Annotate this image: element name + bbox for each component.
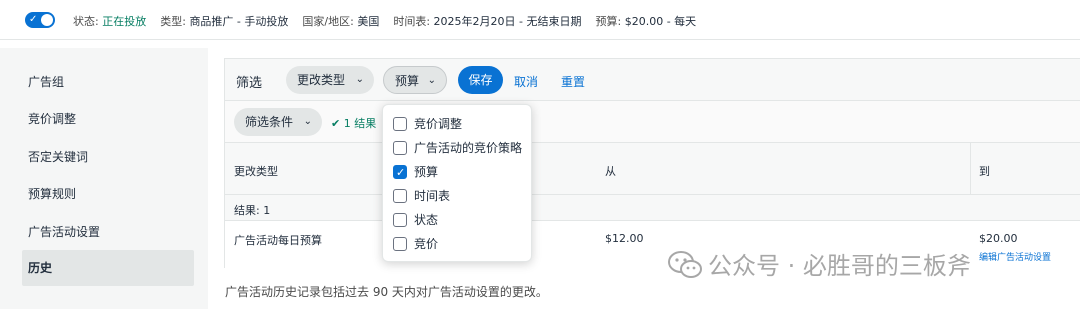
filter-option-label: 时间表 bbox=[414, 189, 451, 203]
country-value: 美国 bbox=[357, 15, 380, 28]
type-field: 类型: 商品推广 - 手动投放 bbox=[160, 15, 289, 28]
budget-value: $20.00 - 每天 bbox=[624, 15, 697, 28]
filter-option-label: 预算 bbox=[414, 165, 439, 179]
sidebar-item-negative-keywords[interactable]: 否定关键词 bbox=[22, 139, 194, 175]
checkbox-checked[interactable] bbox=[393, 163, 407, 183]
campaign-enabled-toggle[interactable]: ✓ bbox=[25, 12, 55, 28]
chevron-down-icon: ⌄ bbox=[303, 116, 312, 127]
filter-option-schedule[interactable]: 时间表 bbox=[393, 186, 450, 206]
save-button[interactable]: 保存 bbox=[458, 66, 503, 94]
budget-filter-menu: 竞价调整 广告活动的竞价策略 预算 时间表 状态 竞价 bbox=[382, 104, 532, 262]
filter-option-label: 竞价 bbox=[414, 237, 439, 251]
schedule-value: 2025年2月20日 - 无结束日期 bbox=[433, 15, 582, 28]
status-value: 正在投放 bbox=[102, 15, 147, 28]
sidebar-item-label: 广告活动设置 bbox=[28, 225, 101, 239]
filter-bar: 筛选 更改类型 ⌄ 预算 ⌄ 保存 取消 重置 bbox=[225, 59, 1080, 101]
filter-option-label: 竞价调整 bbox=[414, 117, 463, 131]
filter-option-bid-strategy[interactable]: 广告活动的竞价策略 bbox=[393, 138, 522, 158]
status-field: 状态: 正在投放 bbox=[73, 15, 147, 28]
sidebar-item-ad-groups[interactable]: 广告组 bbox=[22, 64, 194, 100]
checkbox[interactable] bbox=[393, 189, 407, 203]
column-header-to[interactable]: 到 bbox=[979, 163, 990, 179]
sidebar-item-budget-rules[interactable]: 预算规则 bbox=[22, 176, 194, 212]
checkbox[interactable] bbox=[393, 237, 407, 251]
sidebar-item-label: 竞价调整 bbox=[28, 112, 77, 126]
watermark-text: 公众号 · 必胜哥的三板斧 bbox=[708, 252, 971, 280]
history-panel: 筛选 更改类型 ⌄ 预算 ⌄ 保存 取消 重置 筛选条件 ⌄ ✔ 1 结果 更改… bbox=[224, 58, 1080, 269]
from-value-cell: $12.00 bbox=[605, 232, 644, 245]
column-header-change-type[interactable]: 更改类型 bbox=[234, 163, 278, 179]
cancel-link[interactable]: 取消 bbox=[514, 73, 538, 90]
campaign-status-bar: ✓ 状态: 正在投放 类型: 商品推广 - 手动投放 国家/地区: 美国 时间表… bbox=[0, 0, 1080, 40]
change-type-dropdown[interactable]: 更改类型 ⌄ bbox=[286, 66, 374, 94]
budget-filter-dropdown[interactable]: 预算 ⌄ bbox=[383, 66, 447, 94]
country-field: 国家/地区: 美国 bbox=[302, 15, 380, 28]
sidebar: 广告组 竞价调整 否定关键词 预算规则 广告活动设置 历史 bbox=[0, 48, 208, 309]
watermark: 公众号 · 必胜哥的三板斧 bbox=[668, 246, 971, 281]
edit-campaign-settings-link[interactable]: 编辑广告活动设置 bbox=[979, 250, 1051, 263]
checkbox[interactable] bbox=[393, 141, 407, 155]
budget-field: 预算: $20.00 - 每天 bbox=[595, 15, 697, 28]
sidebar-item-label: 广告组 bbox=[28, 75, 65, 89]
results-count: ✔ 1 结果 bbox=[331, 117, 377, 130]
history-footnote: 广告活动历史记录包括过去 90 天内对广告活动设置的更改。 bbox=[225, 285, 548, 299]
results-group-label: 结果: 1 bbox=[234, 204, 271, 217]
table-header: 更改类型 从 到 bbox=[225, 143, 1080, 195]
budget-filter-label: 预算 bbox=[395, 74, 420, 88]
to-value-cell: $20.00 bbox=[979, 232, 1018, 245]
filter-option-label: 广告活动的竞价策略 bbox=[414, 141, 523, 155]
wechat-icon bbox=[668, 251, 702, 278]
type-value: 商品推广 - 手动投放 bbox=[189, 15, 289, 28]
schedule-field: 时间表: 2025年2月20日 - 无结束日期 bbox=[393, 15, 582, 28]
sidebar-item-history[interactable]: 历史 bbox=[22, 250, 194, 286]
filter-option-bid[interactable]: 竞价 bbox=[393, 234, 438, 254]
toggle-knob bbox=[41, 14, 53, 26]
filter-option-status[interactable]: 状态 bbox=[393, 210, 438, 230]
change-type-cell: 广告活动每日预算 bbox=[234, 234, 322, 247]
sidebar-item-label: 否定关键词 bbox=[28, 150, 89, 164]
checkbox[interactable] bbox=[393, 213, 407, 227]
filter-conditions-bar: 筛选条件 ⌄ ✔ 1 结果 bbox=[225, 101, 1080, 143]
filter-option-bid-adjustment[interactable]: 竞价调整 bbox=[393, 114, 462, 134]
column-header-from[interactable]: 从 bbox=[605, 163, 616, 179]
check-icon: ✓ bbox=[29, 14, 38, 25]
chevron-down-icon: ⌄ bbox=[355, 74, 364, 85]
chevron-down-icon: ⌄ bbox=[427, 75, 436, 86]
filter-option-budget[interactable]: 预算 bbox=[393, 162, 439, 183]
reset-link[interactable]: 重置 bbox=[561, 73, 585, 90]
sidebar-item-bid-adjustments[interactable]: 竞价调整 bbox=[22, 101, 194, 137]
sidebar-item-campaign-settings[interactable]: 广告活动设置 bbox=[22, 214, 194, 250]
sidebar-item-label: 预算规则 bbox=[28, 187, 77, 201]
filter-conditions-dropdown[interactable]: 筛选条件 ⌄ bbox=[234, 108, 322, 136]
filter-conditions-label: 筛选条件 bbox=[245, 115, 294, 129]
results-group-row: 结果: 1 bbox=[225, 195, 1080, 221]
checkbox[interactable] bbox=[393, 117, 407, 131]
sidebar-item-label: 历史 bbox=[28, 261, 53, 275]
filter-label: 筛选 bbox=[236, 76, 263, 91]
filter-option-label: 状态 bbox=[414, 213, 439, 227]
change-type-dropdown-label: 更改类型 bbox=[297, 73, 346, 87]
